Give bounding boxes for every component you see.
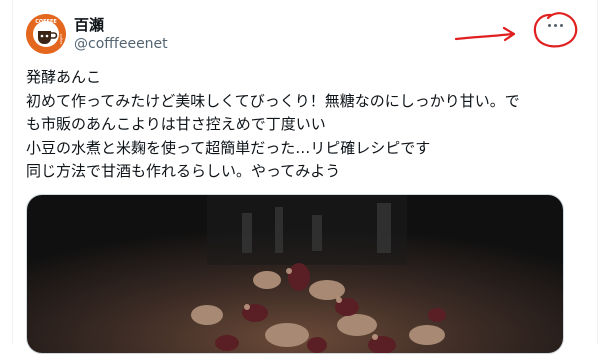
user-handle[interactable]: @cofffeeenet <box>74 36 168 52</box>
tweet-text: 発酵あんこ初めて作ってみたけど美味しくてびっくり！無糖なのにしっかり甘い。で も市… <box>26 66 586 184</box>
avatar-top-text: COFFEE <box>35 19 57 25</box>
avatar[interactable]: COFFEE coffee <box>26 14 66 54</box>
tweet-line: も市販のあんこよりは甘さ控えめで丁度いい <box>26 115 326 133</box>
display-name[interactable]: 百瀬 <box>74 14 104 35</box>
more-options-button[interactable] <box>538 14 572 36</box>
more-horizontal-icon <box>547 23 551 27</box>
tweet-photo[interactable] <box>26 194 564 354</box>
avatar-side-text: coffee <box>59 34 63 45</box>
coffee-logo-icon: COFFEE coffee <box>26 14 66 54</box>
more-dot <box>559 23 563 27</box>
anko-photo <box>27 195 563 353</box>
tweet-line: 初めて作ってみたけど美味しくてびっくり！無糖なのにしっかり甘い。で <box>26 91 520 110</box>
tweet-line: 同じ方法で甘酒も作れるらしい。やってみよう <box>26 162 341 180</box>
tweet-line: 小豆の水煮と米麹を使って超簡単だった…リピ確レシピです <box>26 138 431 157</box>
tweet-line: 発酵あんこ <box>26 68 102 86</box>
more-dot <box>553 23 557 27</box>
